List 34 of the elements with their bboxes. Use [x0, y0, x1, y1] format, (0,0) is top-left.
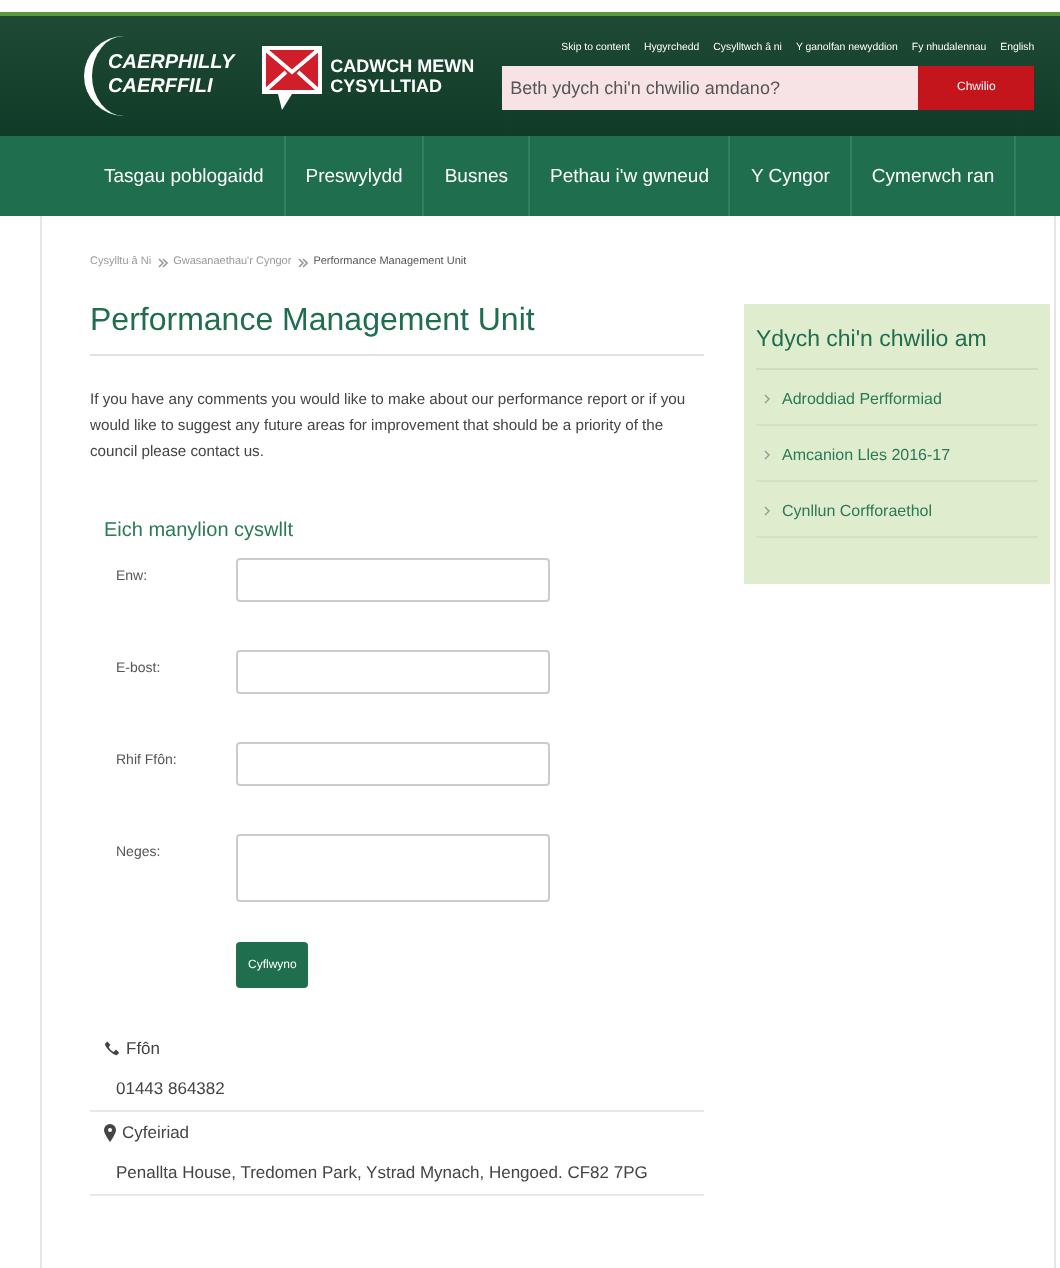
double-chevron-icon: [297, 257, 308, 267]
nav-item[interactable]: Busnes: [424, 136, 531, 216]
council-logo[interactable]: CAERPHILLY CAERFFILI: [84, 36, 235, 116]
campaign-title: CADWCH MEWN CYSYLLTIAD: [330, 56, 475, 96]
input-field[interactable]: [236, 558, 550, 602]
map-pin-icon: [104, 1123, 116, 1141]
sidebar-link-text: Adroddiad Perfformiad: [782, 390, 942, 408]
search-field[interactable]: Beth ydych chi'n chwilio amdano?: [502, 66, 919, 110]
sidebar-link[interactable]: Adroddiad Perfformiad: [756, 370, 1038, 426]
envelope-icon: [262, 42, 323, 110]
page-title: Performance Management Unit: [90, 304, 704, 356]
nav-item[interactable]: Tasgau poblogaidd: [84, 136, 286, 216]
sidebar-link[interactable]: Cynllun Corfforaethol: [756, 482, 1038, 538]
input-field[interactable]: [236, 650, 550, 694]
input-field[interactable]: [236, 742, 550, 786]
chevron-icon: [764, 506, 770, 516]
chevron-icon: [764, 450, 770, 460]
nav-item[interactable]: Y Cyngor: [730, 136, 852, 216]
sidebar-title: Ydych chi'n chwilio am: [756, 328, 1038, 370]
nav-item[interactable]: Pethau i'w gwneud: [530, 136, 731, 216]
double-chevron-icon: [157, 257, 168, 267]
message-field[interactable]: [236, 834, 550, 902]
contact-value: Penallta House, Tredomen Park, Ystrad Mynach, Hengoed. CF82 7PG: [114, 1162, 650, 1182]
chevron-icon: [764, 394, 770, 404]
sidebar-link-text: Cynllun Corfforaethol: [782, 502, 933, 520]
nav-item[interactable]: Cymerwch ran: [851, 136, 1017, 216]
form-heading: Eich manylion cyswllt: [104, 520, 295, 542]
contact-label: Cyfeiriad: [122, 1122, 190, 1142]
sidebar-link-text: Amcanion Lles 2016-17: [782, 446, 951, 464]
contact-value: 01443 864382: [114, 1078, 227, 1098]
nav-item[interactable]: Preswylydd: [285, 136, 425, 216]
contact-label: Ffôn: [126, 1038, 161, 1058]
sidebar-link[interactable]: Amcanion Lles 2016-17: [756, 426, 1038, 482]
phone-icon: [104, 1040, 120, 1056]
